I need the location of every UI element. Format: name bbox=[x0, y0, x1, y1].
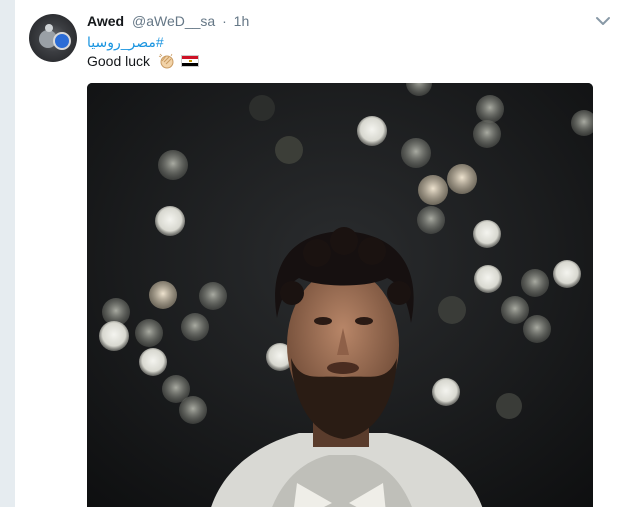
avatar-highlight bbox=[45, 24, 53, 32]
tweet-media-photo[interactable] bbox=[87, 83, 593, 507]
separator-dot: · bbox=[222, 13, 227, 29]
author-handle[interactable]: @aWeD__sa bbox=[132, 13, 215, 29]
tweet-card[interactable]: Awed @aWeD__sa · 1h #مصر_روسيا Good luck bbox=[14, 0, 626, 507]
hashtag-link[interactable]: #مصر_روسيا bbox=[87, 33, 164, 51]
avatar[interactable] bbox=[29, 14, 77, 62]
author-name[interactable]: Awed bbox=[87, 13, 124, 29]
tweet-text-line: Good luck bbox=[87, 52, 199, 70]
egypt-flag-icon bbox=[180, 55, 199, 67]
chevron-down-icon[interactable] bbox=[595, 14, 611, 28]
tweet-timestamp[interactable]: 1h bbox=[234, 13, 250, 29]
tweet-header: Awed @aWeD__sa · 1h bbox=[87, 12, 249, 30]
photo-canvas bbox=[87, 83, 593, 507]
avatar-badge bbox=[53, 32, 71, 50]
clapping-hands-icon bbox=[158, 53, 174, 69]
tweet-text: Good luck bbox=[87, 53, 151, 69]
